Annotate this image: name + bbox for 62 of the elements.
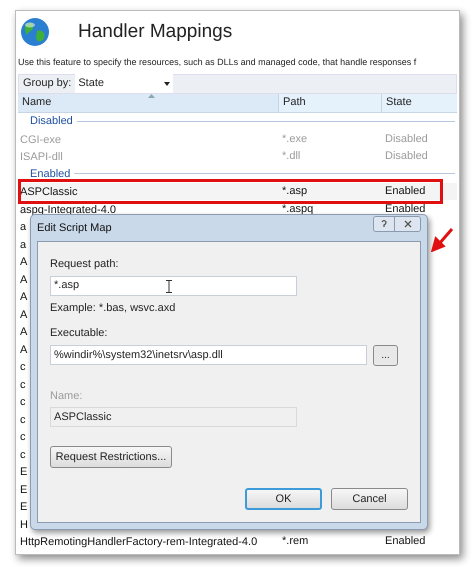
table-cell: E xyxy=(20,501,28,514)
help-icon xyxy=(380,219,388,229)
field-label: Executable: xyxy=(50,326,108,341)
table-cell: c xyxy=(20,414,26,426)
group-header[interactable]: Disabled xyxy=(18,113,73,130)
table-cell: A xyxy=(20,256,28,268)
feature-description: Use this feature to specify the resources, such as DLLs and managed code, that handle responses f xyxy=(17,56,418,69)
table-cell-text: Enabled xyxy=(384,202,426,216)
table-cell: c xyxy=(20,396,26,408)
table-cell: A xyxy=(20,308,28,321)
table-cell-text: Disabled xyxy=(384,149,429,164)
column-header[interactable]: Path xyxy=(278,94,381,112)
table-cell: a xyxy=(20,221,26,234)
field-label: Name: xyxy=(50,388,84,404)
table-cell: E xyxy=(20,466,28,478)
table-cell: ISAPI-dll xyxy=(20,151,63,164)
table-cell: c xyxy=(20,448,26,461)
table-cell: A xyxy=(20,326,28,338)
help-button[interactable] xyxy=(373,216,395,232)
caret-icon xyxy=(164,82,170,86)
sort-arrow-icon xyxy=(148,94,155,98)
group-by-label: Group by: xyxy=(23,76,72,92)
table-cell: HttpRemotingHandlerFactory-rem-Integrated-4.0 xyxy=(20,536,258,548)
close-button[interactable] xyxy=(395,216,421,232)
annotation-arrow xyxy=(430,228,454,252)
table-cell: A xyxy=(20,291,28,304)
group-by-dropdown[interactable]: State xyxy=(75,74,174,93)
table-cell: c xyxy=(20,361,26,374)
ok-button[interactable]: OK xyxy=(245,488,322,510)
cancel-button[interactable]: Cancel xyxy=(331,488,408,510)
table-cell: A xyxy=(20,344,28,356)
request-path-field[interactable]: *.asp xyxy=(50,276,297,296)
table-cell: c xyxy=(20,378,26,391)
table-cell-text: *.dll xyxy=(281,149,302,164)
table-cell-text: *.aspq xyxy=(281,202,314,216)
table-cell: H xyxy=(20,518,28,531)
request-restrictions-button[interactable]: Request Restrictions... xyxy=(50,446,172,468)
table-cell-text: *.rem xyxy=(281,534,310,549)
globe-icon xyxy=(20,17,50,47)
table-cell: A xyxy=(20,274,28,286)
table-cell: CGI-exe xyxy=(20,134,61,146)
browse-button[interactable]: ... xyxy=(373,344,398,366)
table-cell-text: *.asp xyxy=(281,184,308,199)
table-cell-text: Enabled xyxy=(384,534,426,549)
close-icon xyxy=(404,220,412,228)
example-hint: Example: *.bas, wsvc.axd xyxy=(50,300,176,316)
column-header[interactable]: State xyxy=(381,94,457,112)
table-cell: E xyxy=(20,484,28,496)
table-cell: ASPClassic xyxy=(20,186,78,198)
text-cursor-icon xyxy=(166,280,172,292)
field-label: Request path: xyxy=(50,257,120,272)
table-cell-text: Disabled xyxy=(384,132,429,146)
table-cell-text: *.exe xyxy=(281,132,308,146)
table-cell-text: Enabled xyxy=(384,184,426,199)
table-cell: c xyxy=(20,431,26,444)
dialog-title: Edit Script Map xyxy=(37,220,112,236)
page-title: Handler Mappings xyxy=(78,20,232,44)
table-cell: aspq-Integrated-4.0 xyxy=(20,204,116,216)
executable-field[interactable]: %windir%\system32\inetsrv\asp.dll xyxy=(50,345,367,365)
group-header[interactable]: Enabled xyxy=(18,166,70,182)
table-cell: a xyxy=(20,238,26,251)
column-header[interactable]: Name xyxy=(18,94,278,112)
